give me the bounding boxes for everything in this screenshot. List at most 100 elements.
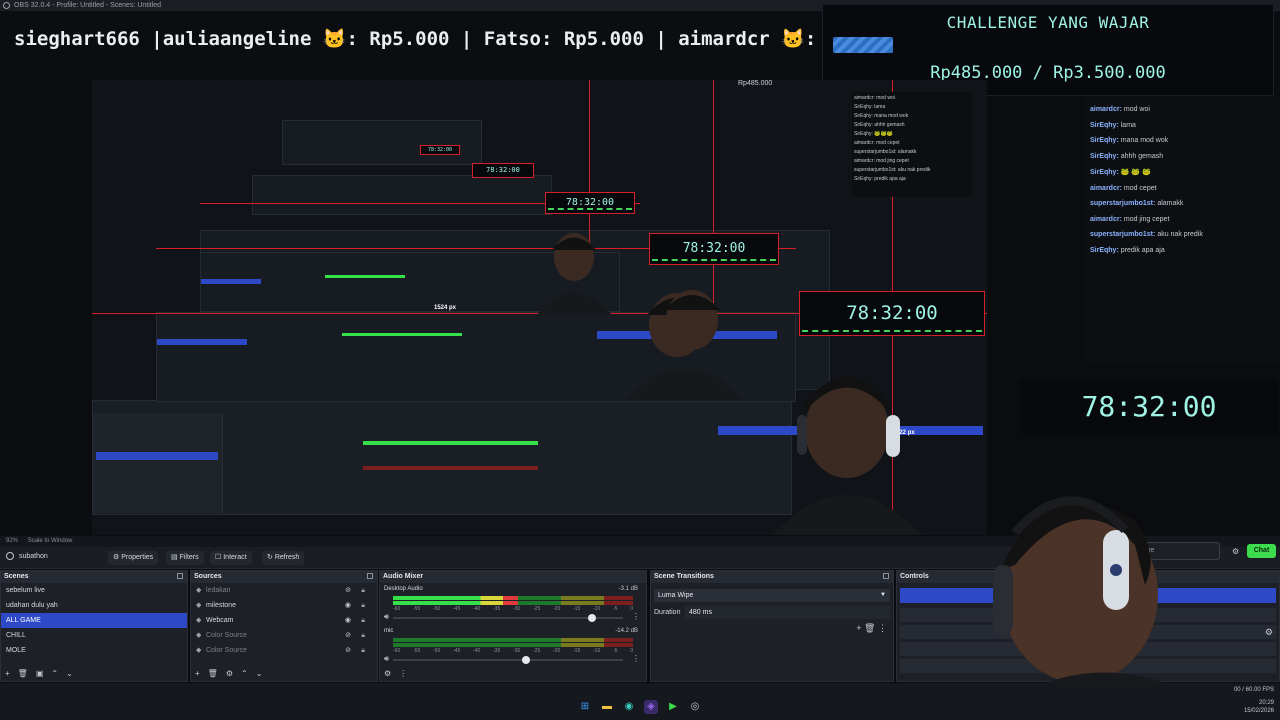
chat-text: lama: [1120, 121, 1136, 129]
scene-item[interactable]: udahan dulu yah: [1, 598, 187, 613]
chat-message: SirEqhy: lama: [1090, 122, 1276, 129]
scene-item[interactable]: ALL GAME: [1, 613, 187, 628]
lock-icon[interactable]: 🔒︎: [361, 598, 365, 613]
nested-amount: Rp485.000: [738, 80, 773, 87]
dock-float-icon[interactable]: [367, 573, 373, 579]
chat-username: SirEqhy:: [1090, 169, 1119, 176]
move-up-icon[interactable]: ⌃: [51, 669, 58, 678]
lock-icon[interactable]: 🔒︎: [361, 643, 365, 658]
scenes-dock: Scenes sebelum live udahan dulu yah ALL GA…: [0, 570, 188, 682]
play-icon[interactable]: ▶: [666, 700, 680, 714]
scene-item[interactable]: sebelum live: [1, 583, 187, 598]
audio-menu-icon[interactable]: ⋮: [399, 669, 407, 678]
source-name: Color Source: [206, 632, 247, 639]
volume-knob[interactable]: [521, 656, 530, 664]
chat-username: aimardcr:: [1090, 215, 1122, 223]
obs-logo-icon: [3, 2, 10, 9]
fps-readout: 00 / 60.00 FPS: [1233, 687, 1274, 693]
interact-button[interactable]: ☐ Interact: [210, 551, 252, 565]
speaker-icon[interactable]: 🔊︎: [384, 654, 389, 664]
dock-float-icon[interactable]: [177, 573, 183, 579]
refresh-label: Refresh: [274, 554, 300, 561]
preview-canvas[interactable]: 78:32:00 78:32:00 78:32:00 78:32:00 78:3…: [92, 80, 987, 535]
gear-icon[interactable]: ⚙: [1265, 627, 1273, 638]
properties-button[interactable]: ⚙ Properties: [108, 551, 159, 565]
chat-message: aimardcr: mod jing cepet: [1090, 216, 1276, 223]
duration-label: Duration: [654, 609, 681, 616]
volume-slider[interactable]: [393, 614, 623, 622]
source-item[interactable]: ◆ Webcam ◉ 🔒︎: [191, 613, 377, 628]
lock-icon[interactable]: 🔒︎: [361, 613, 365, 628]
volume-knob[interactable]: [588, 614, 597, 622]
lock-icon[interactable]: 🔒︎: [361, 583, 365, 598]
nested-dock-1: [92, 400, 983, 515]
move-up-icon[interactable]: ⌃: [241, 669, 248, 678]
remove-scene-icon[interactable]: 🗑: [18, 669, 28, 678]
source-item[interactable]: ◆ Color Source ⊘ 🔒︎: [191, 628, 377, 643]
remove-transition-icon[interactable]: 🗑: [864, 623, 875, 633]
scene-list: sebelum live udahan dulu yah ALL GAME CHILL…: [1, 583, 187, 658]
filters-button[interactable]: ▤ Filters: [166, 551, 204, 565]
move-down-icon[interactable]: ⌄: [256, 669, 263, 678]
move-down-icon[interactable]: ⌄: [66, 669, 73, 678]
windows-start-icon[interactable]: ⊞: [578, 700, 592, 714]
obs-icon[interactable]: ◎: [688, 700, 702, 714]
channel-menu-icon[interactable]: ⋮: [632, 654, 640, 663]
discord-icon[interactable]: ◈: [644, 700, 658, 714]
scene-item[interactable]: MOLE: [1, 643, 187, 658]
meter-tick-label: -15: [573, 648, 581, 654]
eye-icon[interactable]: ◉: [345, 613, 351, 628]
audio-settings-icon[interactable]: ⚙: [384, 669, 391, 678]
add-source-icon[interactable]: +: [195, 669, 200, 678]
nested-dock-5: [282, 120, 482, 165]
clock-date: 15/02/2026: [1243, 708, 1274, 714]
scenes-title: Scenes: [4, 573, 29, 580]
transitions-header: Scene Transitions: [651, 571, 893, 583]
meter-tick-label: -20: [553, 606, 561, 612]
status-bar: [0, 683, 1280, 720]
transition-menu-icon[interactable]: ⋮: [878, 623, 887, 633]
source-settings-icon[interactable]: ⚙: [226, 669, 233, 678]
speaker-icon[interactable]: 🔊︎: [384, 612, 389, 622]
dock-float-icon[interactable]: [883, 573, 889, 579]
zoom-mode[interactable]: Scale to Window: [28, 538, 73, 544]
meter-tick-label: -25: [533, 606, 541, 612]
nested-chat: aimardcr: mod woi SirEqhy: lama SirEqhy: m…: [852, 92, 972, 197]
add-transition-icon[interactable]: +: [856, 623, 861, 633]
file-explorer-icon[interactable]: ▬: [600, 700, 614, 714]
level-meter: [393, 601, 633, 605]
duration-field[interactable]: 480 ms: [685, 606, 890, 619]
edge-browser-icon[interactable]: ◉: [622, 700, 636, 714]
channel-menu-icon[interactable]: ⋮: [632, 612, 640, 621]
channel-name: Desktop Audio: [384, 586, 423, 592]
scene-status-icon: [6, 552, 14, 560]
eye-icon[interactable]: ◉: [345, 598, 351, 613]
source-item[interactable]: ◆ Color Source ⊘ 🔒︎: [191, 643, 377, 658]
meter-tick-label: -55: [413, 648, 421, 654]
source-item[interactable]: ◆ ledakan ⊘ 🔒︎: [191, 583, 377, 598]
remove-source-icon[interactable]: 🗑: [208, 669, 218, 678]
volume-slider[interactable]: [393, 656, 623, 664]
chat-text: mod woi: [1123, 106, 1150, 113]
refresh-button[interactable]: ↻ Refresh: [262, 551, 305, 565]
transition-select[interactable]: Luma Wipe ▼: [654, 589, 890, 602]
audio-footer: ⚙ ⋮: [380, 667, 646, 681]
zoom-percent[interactable]: 92%: [6, 538, 18, 544]
source-item[interactable]: ◆ milestone ◉ 🔒︎: [191, 598, 377, 613]
chat-send-button[interactable]: Chat: [1247, 544, 1276, 558]
chat-username: aimardcr:: [1090, 106, 1122, 113]
eye-off-icon[interactable]: ⊘: [345, 628, 351, 643]
lock-icon[interactable]: 🔒︎: [361, 628, 365, 643]
donation-ticker: sieghart666 |auliaangeline 🐱: Rp5.000 | …: [0, 11, 822, 71]
eye-off-icon[interactable]: ⊘: [345, 583, 351, 598]
meter-tick-label: -45: [453, 648, 461, 654]
scene-filter-icon[interactable]: ▣: [36, 669, 44, 678]
scene-item[interactable]: CHILL: [1, 628, 187, 643]
channel-db: -3.1 dB: [618, 586, 638, 592]
eye-off-icon[interactable]: ⊘: [345, 643, 351, 658]
scenes-footer: + 🗑 ▣ ⌃ ⌄: [1, 667, 187, 681]
timer-text-1: 78:32:00: [846, 302, 938, 324]
chat-text: mod cepet: [1123, 184, 1157, 192]
properties-label: Properties: [121, 554, 154, 561]
add-scene-icon[interactable]: +: [5, 669, 10, 678]
